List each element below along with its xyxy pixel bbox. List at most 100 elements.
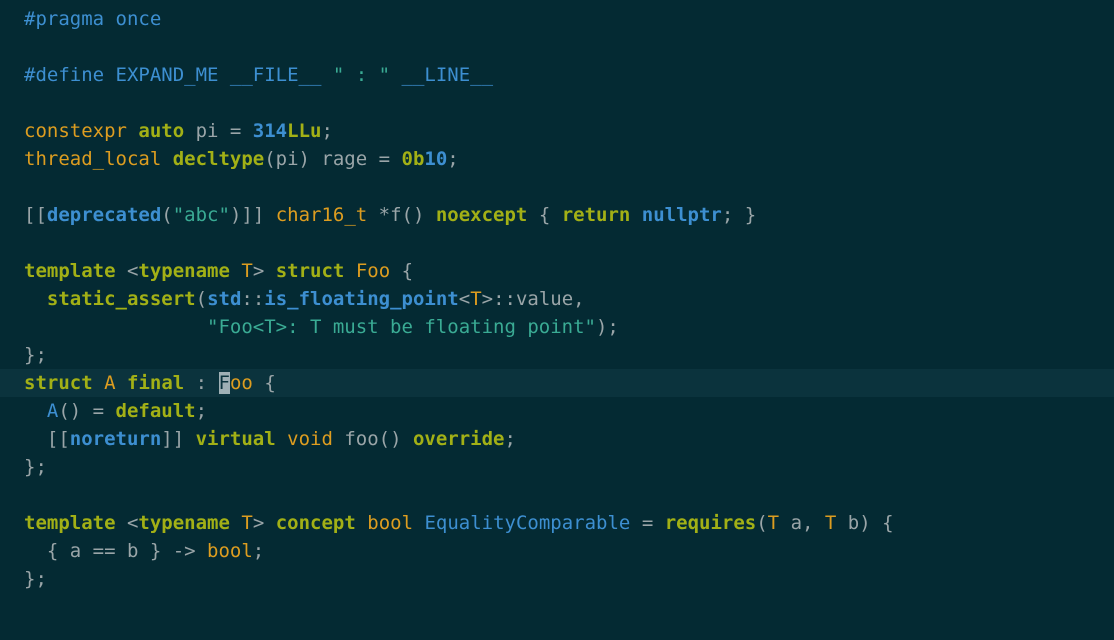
code-token: A (104, 372, 116, 394)
code-line[interactable]: constexpr auto pi = 314LLu; (0, 117, 1114, 145)
code-token: 314 (252, 120, 288, 142)
code-token: ( (756, 512, 768, 534)
code-line[interactable]: ​ (0, 33, 1114, 61)
code-line[interactable]: thread_local decltype(pi) rage = 0b10; (0, 145, 1114, 173)
code-token: = (630, 512, 665, 534)
code-token: :: (241, 288, 265, 310)
code-token: "abc" (172, 204, 230, 226)
code-token: deprecated (46, 204, 162, 226)
code-token: A (46, 400, 59, 422)
code-token: static_assert (46, 288, 196, 310)
code-token: template (24, 260, 116, 282)
code-token: final (127, 372, 185, 394)
code-token: < (115, 512, 139, 534)
code-line[interactable]: "Foo<T>: T must be floating point"); (0, 313, 1114, 341)
code-line[interactable]: }; (0, 565, 1114, 593)
code-token: T (241, 260, 253, 282)
code-token: decltype (172, 148, 265, 170)
code-token: { a == b } -> (24, 540, 208, 562)
code-line[interactable]: ​ (0, 173, 1114, 201)
code-line[interactable]: ​ (0, 229, 1114, 257)
code-token: ; (321, 120, 333, 142)
code-token: > (252, 512, 276, 534)
code-token: [[ (24, 204, 47, 226)
code-token: 10 (424, 148, 448, 170)
code-token: typename (138, 260, 230, 282)
code-line[interactable]: [[deprecated("abc")]] char16_t *f() noex… (0, 201, 1114, 229)
code-token: T (767, 512, 780, 534)
code-token: "Foo<T>: T must be floating point" (207, 316, 596, 338)
code-token: }; (24, 456, 47, 478)
code-line[interactable]: static_assert(std::is_floating_point<T>:… (0, 285, 1114, 313)
code-token: noexcept (435, 204, 528, 226)
code-token: T (470, 288, 482, 310)
code-token: 0b (401, 148, 425, 170)
code-token: (pi) rage = (264, 148, 402, 170)
code-token: char16_t (275, 204, 368, 226)
code-token: >::value, (481, 288, 585, 310)
code-line[interactable]: template <typename T> struct Foo { (0, 257, 1114, 285)
code-token: return (561, 204, 631, 226)
code-token: ; (504, 428, 516, 450)
code-editor[interactable]: #pragma once​#define EXPAND_ME __FILE__ … (0, 0, 1114, 640)
code-token: { (252, 372, 276, 394)
code-token: override (412, 428, 505, 450)
code-text-area[interactable]: #pragma once​#define EXPAND_ME __FILE__ … (0, 5, 1114, 593)
code-token: oo (229, 372, 253, 394)
code-token: }; (24, 568, 47, 590)
code-token: () = (58, 400, 116, 422)
code-token: T (241, 512, 253, 534)
code-token: void (287, 428, 333, 450)
code-line[interactable]: ​ (0, 481, 1114, 509)
code-token: { (390, 260, 414, 282)
code-token: < (458, 288, 471, 310)
code-token: struct (24, 372, 93, 394)
code-line[interactable]: #pragma once (0, 5, 1114, 33)
code-line[interactable]: A() = default; (0, 397, 1114, 425)
code-token: is_floating_point (264, 288, 459, 310)
code-line[interactable]: struct A final : Foo { (0, 369, 1114, 397)
code-token: foo() (332, 428, 413, 450)
code-token: #pragma once (24, 8, 162, 30)
code-token: [[ (24, 428, 70, 450)
code-line[interactable]: }; (0, 341, 1114, 369)
code-line[interactable]: [[noreturn]] virtual void foo() override… (0, 425, 1114, 453)
code-line[interactable]: }; (0, 453, 1114, 481)
code-token: template (24, 512, 116, 534)
code-line[interactable]: ​ (0, 89, 1114, 117)
code-token: ( (195, 288, 208, 310)
code-token: )]] (229, 204, 276, 226)
code-token: < (115, 260, 139, 282)
code-token: std (207, 288, 242, 310)
code-token: noreturn (69, 428, 162, 450)
code-token: concept (275, 512, 356, 534)
code-token: " : " (332, 64, 391, 86)
text-cursor: F (218, 372, 230, 394)
code-token: ); (595, 316, 619, 338)
code-token: b) { (836, 512, 894, 534)
code-token: : (184, 372, 219, 394)
code-token: bool (367, 512, 414, 534)
code-token: ; (447, 148, 459, 170)
code-token: ]] (161, 428, 196, 450)
code-token: ; (252, 540, 265, 562)
code-line[interactable]: #define EXPAND_ME __FILE__ " : " __LINE_… (0, 61, 1114, 89)
code-line[interactable]: template <typename T> concept bool Equal… (0, 509, 1114, 537)
code-line[interactable]: { a == b } -> bool; (0, 537, 1114, 565)
code-token: #define EXPAND_ME __FILE__ (24, 64, 333, 86)
code-token: nullptr (641, 204, 722, 226)
code-token: ; (195, 400, 208, 422)
code-token: LLu (287, 120, 322, 142)
code-token: struct (275, 260, 345, 282)
